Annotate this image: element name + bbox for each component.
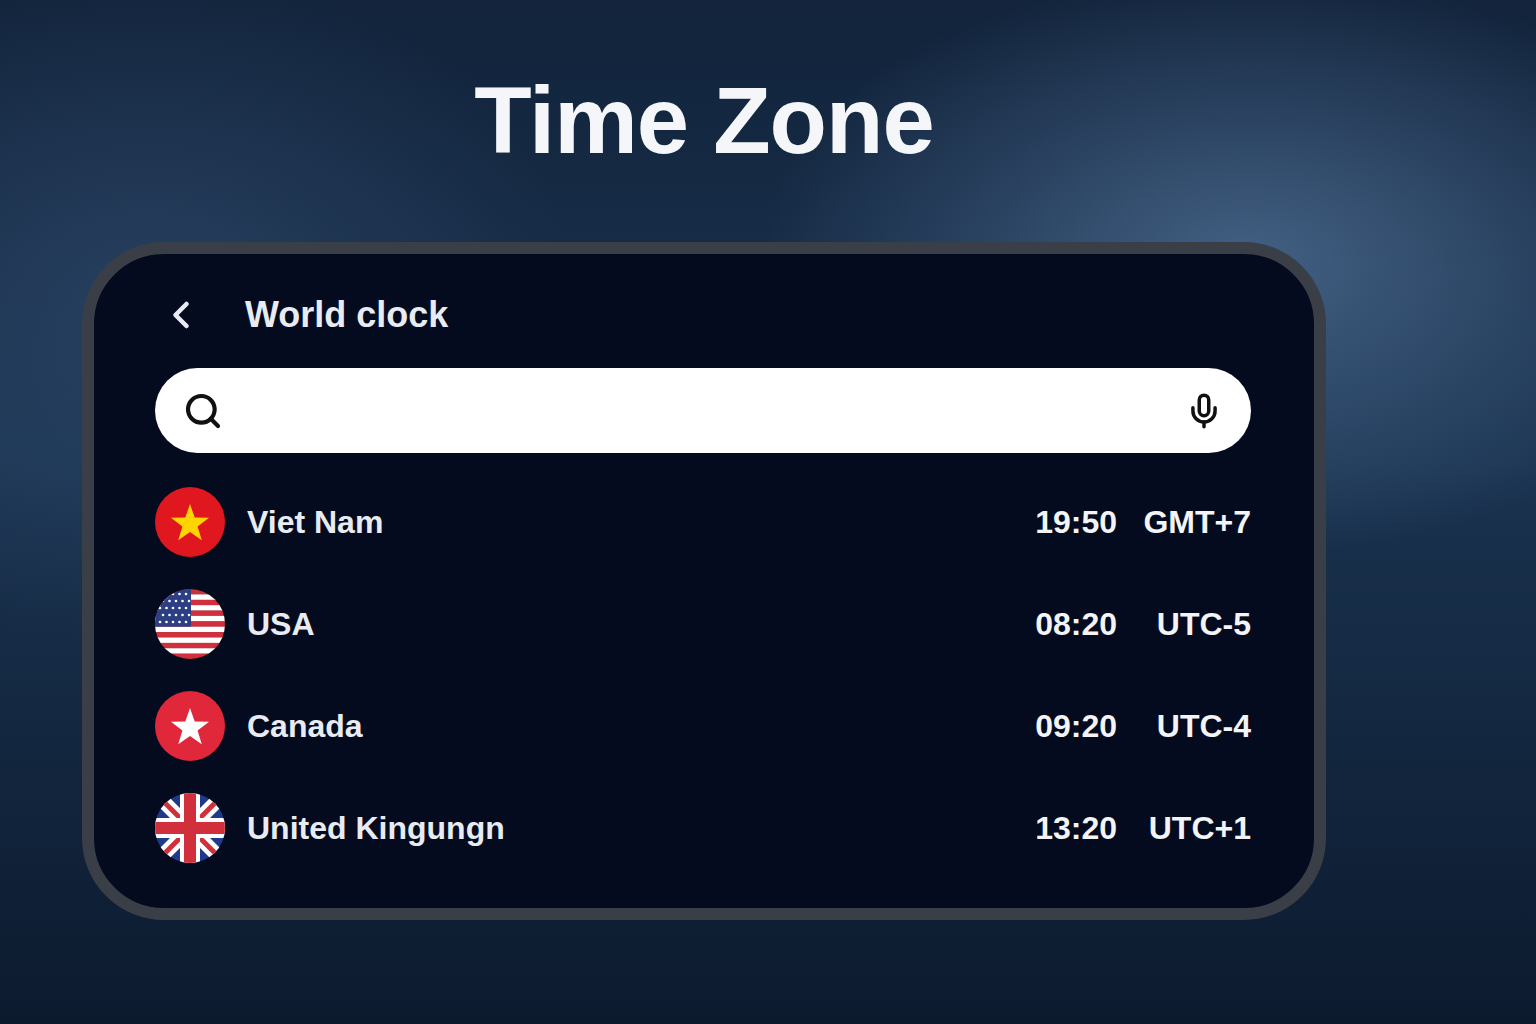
chevron-left-icon [159,293,203,337]
clock-row[interactable]: Viet Nam19:50GMT+7 [155,471,1251,573]
clock-row[interactable]: United Kingungn13:20UTC+1 [155,777,1251,879]
uk-flag-icon [155,793,225,863]
country-name: Viet Nam [247,504,997,541]
flag [155,793,225,863]
search-input[interactable] [239,393,1169,429]
country-name: USA [247,606,997,643]
clock-row[interactable]: USA08:20UTC-5 [155,573,1251,675]
world-clock-card: World clockViet Nam19:50GMT+7USA08:20UTC… [82,242,1326,920]
utc-offset: UTC+1 [1117,810,1251,847]
vietnam-flag-icon [155,487,225,557]
usa-flag-icon [155,589,225,659]
search-bar [155,368,1251,453]
canada-flag-icon [155,691,225,761]
magnifier-icon [183,391,223,431]
local-time: 13:20 [997,810,1117,847]
page-title: Time Zone [474,72,933,242]
utc-offset: UTC-5 [1117,606,1251,643]
country-name: United Kingungn [247,810,997,847]
country-name: Canada [247,708,997,745]
header-title: World clock [245,294,448,336]
local-time: 19:50 [997,504,1117,541]
local-time: 08:20 [997,606,1117,643]
utc-offset: UTC-4 [1117,708,1251,745]
header: World clock [155,285,1251,345]
flag [155,589,225,659]
page: Time ZoneWorld clockViet Nam19:50GMT+7US… [0,0,1536,1024]
back-button[interactable] [159,293,203,337]
utc-offset: GMT+7 [1117,504,1251,541]
clock-list: Viet Nam19:50GMT+7USA08:20UTC-5Canada09:… [155,471,1251,879]
microphone-icon[interactable] [1185,392,1223,430]
flag [155,691,225,761]
flag [155,487,225,557]
title-area: Time Zone [82,0,1326,242]
clock-row[interactable]: Canada09:20UTC-4 [155,675,1251,777]
local-time: 09:20 [997,708,1117,745]
